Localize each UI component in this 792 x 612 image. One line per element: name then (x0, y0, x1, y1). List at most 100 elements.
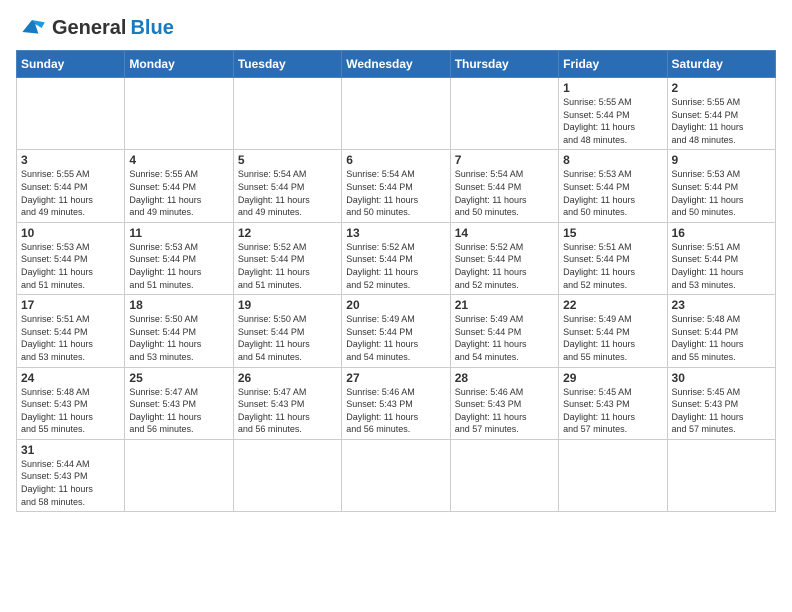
calendar-row: 31Sunrise: 5:44 AM Sunset: 5:43 PM Dayli… (17, 439, 776, 511)
day-number: 4 (129, 153, 228, 167)
calendar-cell: 3Sunrise: 5:55 AM Sunset: 5:44 PM Daylig… (17, 150, 125, 222)
calendar-row: 1Sunrise: 5:55 AM Sunset: 5:44 PM Daylig… (17, 78, 776, 150)
calendar-cell: 8Sunrise: 5:53 AM Sunset: 5:44 PM Daylig… (559, 150, 667, 222)
day-info: Sunrise: 5:52 AM Sunset: 5:44 PM Dayligh… (455, 241, 554, 291)
calendar-cell: 25Sunrise: 5:47 AM Sunset: 5:43 PM Dayli… (125, 367, 233, 439)
day-info: Sunrise: 5:55 AM Sunset: 5:44 PM Dayligh… (672, 96, 771, 146)
calendar-cell: 21Sunrise: 5:49 AM Sunset: 5:44 PM Dayli… (450, 295, 558, 367)
weekday-header-tuesday: Tuesday (233, 51, 341, 78)
calendar-cell: 16Sunrise: 5:51 AM Sunset: 5:44 PM Dayli… (667, 222, 775, 294)
day-number: 24 (21, 371, 120, 385)
day-number: 10 (21, 226, 120, 240)
calendar-cell: 23Sunrise: 5:48 AM Sunset: 5:44 PM Dayli… (667, 295, 775, 367)
day-number: 14 (455, 226, 554, 240)
calendar-row: 24Sunrise: 5:48 AM Sunset: 5:43 PM Dayli… (17, 367, 776, 439)
calendar-cell: 9Sunrise: 5:53 AM Sunset: 5:44 PM Daylig… (667, 150, 775, 222)
logo-icon (16, 16, 48, 40)
day-info: Sunrise: 5:49 AM Sunset: 5:44 PM Dayligh… (346, 313, 445, 363)
page-header: GeneralBlue (16, 16, 776, 40)
day-info: Sunrise: 5:53 AM Sunset: 5:44 PM Dayligh… (129, 241, 228, 291)
day-number: 17 (21, 298, 120, 312)
calendar-cell: 31Sunrise: 5:44 AM Sunset: 5:43 PM Dayli… (17, 439, 125, 511)
calendar-cell: 18Sunrise: 5:50 AM Sunset: 5:44 PM Dayli… (125, 295, 233, 367)
calendar-cell: 2Sunrise: 5:55 AM Sunset: 5:44 PM Daylig… (667, 78, 775, 150)
logo-area: GeneralBlue (16, 16, 174, 40)
day-info: Sunrise: 5:55 AM Sunset: 5:44 PM Dayligh… (129, 168, 228, 218)
calendar-cell: 15Sunrise: 5:51 AM Sunset: 5:44 PM Dayli… (559, 222, 667, 294)
day-info: Sunrise: 5:49 AM Sunset: 5:44 PM Dayligh… (455, 313, 554, 363)
day-number: 19 (238, 298, 337, 312)
calendar-cell: 6Sunrise: 5:54 AM Sunset: 5:44 PM Daylig… (342, 150, 450, 222)
calendar-cell (342, 439, 450, 511)
day-info: Sunrise: 5:53 AM Sunset: 5:44 PM Dayligh… (21, 241, 120, 291)
calendar-cell: 27Sunrise: 5:46 AM Sunset: 5:43 PM Dayli… (342, 367, 450, 439)
calendar-row: 10Sunrise: 5:53 AM Sunset: 5:44 PM Dayli… (17, 222, 776, 294)
day-number: 25 (129, 371, 228, 385)
day-number: 16 (672, 226, 771, 240)
calendar-cell: 28Sunrise: 5:46 AM Sunset: 5:43 PM Dayli… (450, 367, 558, 439)
calendar-cell: 29Sunrise: 5:45 AM Sunset: 5:43 PM Dayli… (559, 367, 667, 439)
weekday-header-friday: Friday (559, 51, 667, 78)
calendar-cell: 17Sunrise: 5:51 AM Sunset: 5:44 PM Dayli… (17, 295, 125, 367)
day-number: 28 (455, 371, 554, 385)
day-info: Sunrise: 5:54 AM Sunset: 5:44 PM Dayligh… (346, 168, 445, 218)
day-info: Sunrise: 5:47 AM Sunset: 5:43 PM Dayligh… (238, 386, 337, 436)
day-info: Sunrise: 5:46 AM Sunset: 5:43 PM Dayligh… (455, 386, 554, 436)
calendar-cell: 30Sunrise: 5:45 AM Sunset: 5:43 PM Dayli… (667, 367, 775, 439)
calendar-cell (17, 78, 125, 150)
weekday-header-monday: Monday (125, 51, 233, 78)
day-info: Sunrise: 5:55 AM Sunset: 5:44 PM Dayligh… (21, 168, 120, 218)
weekday-header-sunday: Sunday (17, 51, 125, 78)
day-info: Sunrise: 5:53 AM Sunset: 5:44 PM Dayligh… (672, 168, 771, 218)
calendar-cell: 5Sunrise: 5:54 AM Sunset: 5:44 PM Daylig… (233, 150, 341, 222)
day-info: Sunrise: 5:45 AM Sunset: 5:43 PM Dayligh… (672, 386, 771, 436)
day-info: Sunrise: 5:51 AM Sunset: 5:44 PM Dayligh… (672, 241, 771, 291)
calendar-cell: 19Sunrise: 5:50 AM Sunset: 5:44 PM Dayli… (233, 295, 341, 367)
calendar-cell: 10Sunrise: 5:53 AM Sunset: 5:44 PM Dayli… (17, 222, 125, 294)
day-number: 31 (21, 443, 120, 457)
day-info: Sunrise: 5:47 AM Sunset: 5:43 PM Dayligh… (129, 386, 228, 436)
calendar-cell (342, 78, 450, 150)
calendar-row: 17Sunrise: 5:51 AM Sunset: 5:44 PM Dayli… (17, 295, 776, 367)
day-number: 15 (563, 226, 662, 240)
calendar-cell: 20Sunrise: 5:49 AM Sunset: 5:44 PM Dayli… (342, 295, 450, 367)
day-info: Sunrise: 5:46 AM Sunset: 5:43 PM Dayligh… (346, 386, 445, 436)
day-number: 6 (346, 153, 445, 167)
logo: GeneralBlue (16, 16, 174, 40)
day-number: 3 (21, 153, 120, 167)
calendar-cell: 24Sunrise: 5:48 AM Sunset: 5:43 PM Dayli… (17, 367, 125, 439)
day-number: 29 (563, 371, 662, 385)
calendar-cell (125, 78, 233, 150)
day-number: 5 (238, 153, 337, 167)
logo-text-general: General (52, 17, 126, 40)
calendar-cell: 7Sunrise: 5:54 AM Sunset: 5:44 PM Daylig… (450, 150, 558, 222)
day-info: Sunrise: 5:48 AM Sunset: 5:43 PM Dayligh… (21, 386, 120, 436)
calendar-cell: 13Sunrise: 5:52 AM Sunset: 5:44 PM Dayli… (342, 222, 450, 294)
day-info: Sunrise: 5:55 AM Sunset: 5:44 PM Dayligh… (563, 96, 662, 146)
weekday-header-thursday: Thursday (450, 51, 558, 78)
weekday-header-row: SundayMondayTuesdayWednesdayThursdayFrid… (17, 51, 776, 78)
day-number: 11 (129, 226, 228, 240)
calendar-cell (559, 439, 667, 511)
calendar-cell: 26Sunrise: 5:47 AM Sunset: 5:43 PM Dayli… (233, 367, 341, 439)
day-info: Sunrise: 5:50 AM Sunset: 5:44 PM Dayligh… (129, 313, 228, 363)
day-info: Sunrise: 5:54 AM Sunset: 5:44 PM Dayligh… (238, 168, 337, 218)
day-number: 18 (129, 298, 228, 312)
calendar-cell: 22Sunrise: 5:49 AM Sunset: 5:44 PM Dayli… (559, 295, 667, 367)
day-number: 9 (672, 153, 771, 167)
day-number: 20 (346, 298, 445, 312)
day-info: Sunrise: 5:48 AM Sunset: 5:44 PM Dayligh… (672, 313, 771, 363)
logo-text-blue: Blue (130, 17, 173, 40)
calendar-cell (667, 439, 775, 511)
calendar-cell: 14Sunrise: 5:52 AM Sunset: 5:44 PM Dayli… (450, 222, 558, 294)
day-number: 21 (455, 298, 554, 312)
day-info: Sunrise: 5:49 AM Sunset: 5:44 PM Dayligh… (563, 313, 662, 363)
day-number: 30 (672, 371, 771, 385)
day-info: Sunrise: 5:51 AM Sunset: 5:44 PM Dayligh… (21, 313, 120, 363)
calendar-cell: 12Sunrise: 5:52 AM Sunset: 5:44 PM Dayli… (233, 222, 341, 294)
calendar-cell (125, 439, 233, 511)
calendar-table: SundayMondayTuesdayWednesdayThursdayFrid… (16, 50, 776, 512)
day-number: 23 (672, 298, 771, 312)
calendar-cell (450, 439, 558, 511)
day-number: 22 (563, 298, 662, 312)
